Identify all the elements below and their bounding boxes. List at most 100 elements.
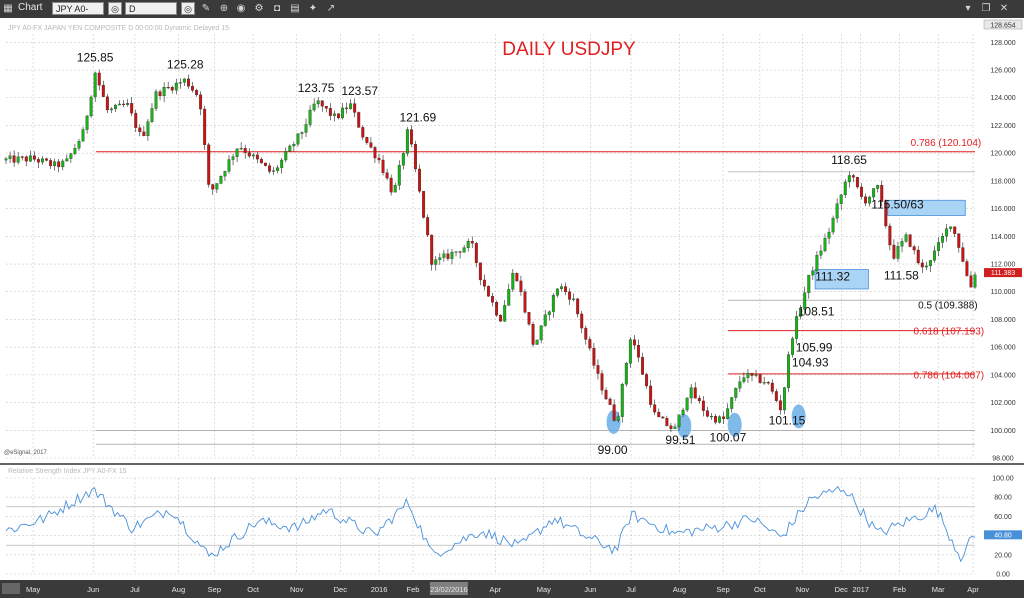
candle-body [580, 313, 584, 329]
candle-body [89, 96, 93, 117]
candle-body [73, 148, 77, 154]
candle-body [158, 91, 162, 97]
time-axis-label: 2016 [371, 585, 388, 594]
price-annotation: 99.00 [598, 443, 628, 457]
print-icon[interactable]: ▤ [289, 3, 301, 15]
camera-icon[interactable]: ◘ [271, 3, 283, 15]
price-annotation: 104.93 [792, 356, 829, 370]
price-annotation: 125.85 [77, 51, 114, 65]
copyright-text: @eSignal, 2017 [4, 450, 47, 456]
candle-body [130, 103, 134, 114]
settings-icon[interactable]: ⚙ [253, 3, 265, 15]
candle-body [292, 144, 296, 147]
candle-body [900, 241, 904, 247]
candle-body [657, 411, 661, 418]
twitter-icon[interactable]: ✦ [307, 3, 319, 15]
period-go-button[interactable]: ◎ [181, 2, 195, 15]
time-axis-label: Dec [334, 585, 348, 594]
share-icon[interactable]: ↗ [325, 3, 337, 15]
price-annotation: 125.28 [167, 58, 204, 72]
last-price-tag: 111.383 [991, 270, 1015, 277]
candle-body [365, 137, 369, 143]
candle-body [872, 188, 876, 198]
candle-body [645, 374, 649, 387]
candle-body [353, 103, 357, 113]
rsi-axis-tick-label: 0.00 [996, 572, 1010, 579]
candle-body [908, 234, 912, 247]
window-menu-icon[interactable]: ▾ [962, 3, 974, 15]
candle-body [746, 372, 750, 378]
candle-body [97, 72, 101, 86]
candle-body [632, 339, 636, 346]
candle-body [482, 279, 486, 287]
candle-body [766, 382, 770, 384]
candle-body [389, 177, 393, 193]
candle-body [24, 156, 28, 162]
candle-body [259, 158, 263, 164]
candle-body [499, 315, 503, 322]
candle-body [470, 241, 474, 244]
candle-body [312, 103, 316, 111]
candle-body [965, 261, 969, 276]
candle-body [705, 410, 709, 417]
candle-body [320, 100, 324, 107]
chart-background [0, 18, 1024, 598]
candle-body [276, 167, 280, 171]
rsi-axis-tick-label: 60.00 [994, 514, 1012, 521]
candle-body [478, 262, 482, 281]
candle-body [673, 426, 677, 429]
price-axis-tick-label: 110.000 [991, 289, 1016, 296]
usdjpy-chart[interactable]: 125.85 125.28 123.75 123.57 121.69 118.65 115.… [0, 18, 1024, 598]
rsi-axis-tick-label: 20.00 [994, 552, 1012, 559]
candle-body [118, 103, 121, 106]
candle-body [207, 144, 211, 185]
zoom-icon[interactable]: ⊕ [218, 3, 230, 15]
candle-body [945, 228, 949, 237]
candle-body [572, 298, 576, 300]
draw-icon[interactable]: ✎ [200, 3, 212, 15]
time-axis-label: Apr [967, 585, 979, 594]
price-axis-tick-label: 122.000 [990, 123, 1015, 130]
toolbar-title: Chart [18, 2, 43, 13]
candle-body [264, 162, 267, 166]
candle-body [247, 152, 251, 157]
lock-button[interactable]: ◎ [108, 2, 122, 15]
candle-body [693, 387, 697, 399]
candle-body [178, 82, 182, 84]
window-close-icon[interactable]: ✕ [998, 3, 1010, 15]
candle-body [288, 145, 292, 152]
candle-body [36, 159, 40, 163]
candle-body [762, 382, 766, 384]
candle-body [641, 357, 644, 375]
candle-body [904, 234, 908, 242]
candle-body [847, 175, 851, 183]
magnet-icon[interactable]: ◉ [235, 3, 247, 15]
symbol-input[interactable]: JPY A0-FX15 [52, 2, 104, 29]
period-select[interactable]: D [125, 2, 177, 15]
chart-window-icon: ▦ [3, 3, 13, 14]
window-restore-icon[interactable]: ❐ [980, 3, 992, 15]
candle-body [393, 185, 397, 193]
candle-body [937, 242, 940, 251]
candle-body [381, 159, 385, 173]
price-axis-tick-label: 124.000 [990, 95, 1015, 102]
candle-body [681, 409, 685, 415]
time-axis-label: Jul [626, 585, 636, 594]
candle-body [227, 159, 231, 172]
candle-body [819, 250, 823, 256]
candle-body [332, 113, 336, 116]
candle-body [827, 231, 831, 239]
time-axis-scroll-button[interactable] [2, 583, 20, 594]
candle-body [272, 170, 276, 172]
candle-body [592, 348, 596, 366]
candle-body [401, 153, 405, 166]
candle-body [547, 311, 551, 316]
candle-body [414, 143, 417, 170]
candle-body [81, 129, 85, 142]
time-axis-label: Aug [172, 585, 185, 594]
period-text: D [129, 4, 136, 14]
candle-body [722, 416, 726, 419]
candle-body [69, 153, 73, 159]
candle-body [576, 298, 580, 315]
price-axis-tick-label: 98.000 [992, 456, 1014, 463]
